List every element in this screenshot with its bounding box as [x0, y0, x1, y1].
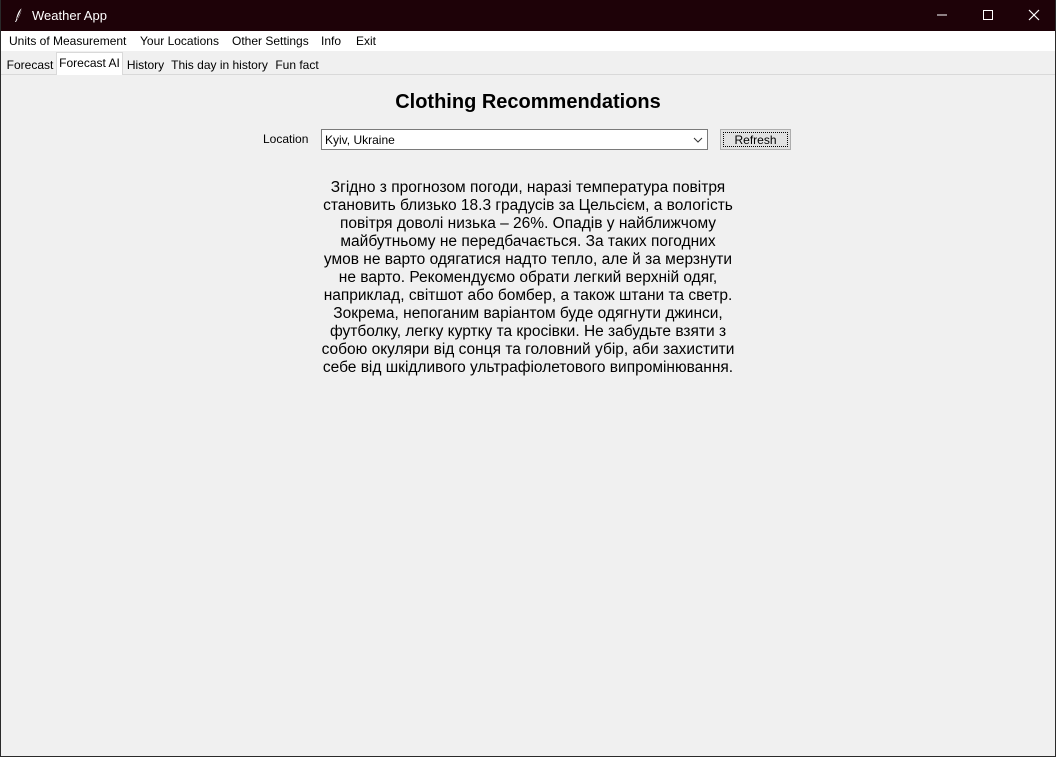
page-title: Clothing Recommendations: [395, 91, 661, 113]
recommendation-text: Згідно з прогнозом погоди, наразі темпер…: [321, 179, 735, 376]
maximize-icon: [983, 10, 993, 20]
app-window: Weather App Units of Measurement Your Lo…: [0, 0, 1056, 757]
tab-fun-fact[interactable]: Fun fact: [271, 55, 323, 75]
tab-history[interactable]: History: [123, 55, 168, 75]
refresh-button[interactable]: Refresh: [720, 129, 791, 150]
tab-forecast-ai[interactable]: Forecast AI: [56, 52, 123, 75]
location-select[interactable]: Kyiv, Ukraine: [321, 129, 708, 150]
location-value: Kyiv, Ukraine: [325, 133, 395, 147]
focus-ring: [723, 132, 788, 147]
location-label: Location: [263, 132, 309, 146]
tab-forecast[interactable]: Forecast: [4, 55, 56, 75]
close-button[interactable]: [1011, 0, 1055, 31]
title-bar[interactable]: Weather App: [1, 0, 1055, 31]
maximize-button[interactable]: [965, 0, 1011, 31]
minimize-icon: [937, 14, 947, 16]
minimize-button[interactable]: [919, 0, 965, 31]
menu-your-locations[interactable]: Your Locations: [140, 34, 219, 48]
menu-other-settings[interactable]: Other Settings: [232, 34, 309, 48]
menu-exit[interactable]: Exit: [356, 34, 376, 48]
tab-bar: Forecast Forecast AI History This day in…: [1, 51, 1055, 75]
close-icon: [1028, 9, 1040, 21]
menu-bar: Units of Measurement Your Locations Othe…: [1, 31, 1055, 51]
feather-icon: [13, 7, 25, 23]
chevron-down-icon[interactable]: [693, 136, 703, 144]
tab-this-day-in-history[interactable]: This day in history: [168, 55, 271, 75]
menu-units-of-measurement[interactable]: Units of Measurement: [9, 34, 126, 48]
window-title: Weather App: [32, 8, 107, 23]
menu-info[interactable]: Info: [321, 34, 341, 48]
